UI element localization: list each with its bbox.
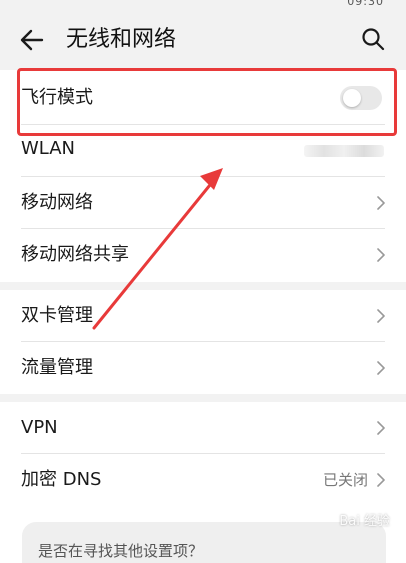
mobile-network-label: 移动网络 xyxy=(21,192,93,213)
private-dns-value: 已关闭 xyxy=(322,471,368,489)
private-dns-label: 加密 DNS xyxy=(21,469,102,490)
chevron-right-icon xyxy=(377,196,385,210)
mobile-network-row[interactable]: 移动网络 xyxy=(0,177,406,229)
hotspot-label: 移动网络共享 xyxy=(21,244,129,265)
chevron-right-icon xyxy=(377,473,385,487)
chevron-right-icon xyxy=(377,309,385,323)
airplane-mode-highlight-box xyxy=(17,68,397,136)
status-time: 09:30 xyxy=(347,0,384,8)
page-title: 无线和网络 xyxy=(66,27,177,52)
data-usage-label: 流量管理 xyxy=(21,357,93,378)
app-bar: 无线和网络 xyxy=(0,10,406,68)
arrow-left-icon[interactable] xyxy=(18,26,46,54)
watermark: Bai 经验 xyxy=(339,514,390,529)
sim-data-card: 双卡管理 流量管理 xyxy=(0,290,406,394)
private-dns-row[interactable]: 加密 DNS 已关闭 xyxy=(0,454,406,506)
suggestion-card[interactable]: 是否在寻找其他设置项？ xyxy=(22,522,386,563)
vpn-row[interactable]: VPN xyxy=(0,402,406,454)
hotspot-row[interactable]: 移动网络共享 xyxy=(0,229,406,281)
dual-sim-label: 双卡管理 xyxy=(21,305,93,326)
dual-sim-row[interactable]: 双卡管理 xyxy=(0,290,406,342)
data-usage-row[interactable]: 流量管理 xyxy=(0,342,406,394)
search-icon[interactable] xyxy=(360,26,386,52)
status-bar: 09:30 xyxy=(0,0,406,10)
chevron-right-icon xyxy=(377,421,385,435)
chevron-right-icon xyxy=(377,248,385,262)
wlan-status-blurred xyxy=(304,145,384,157)
suggestion-text: 是否在寻找其他设置项？ xyxy=(38,542,204,560)
chevron-right-icon xyxy=(377,361,385,375)
vpn-label: VPN xyxy=(21,417,58,438)
